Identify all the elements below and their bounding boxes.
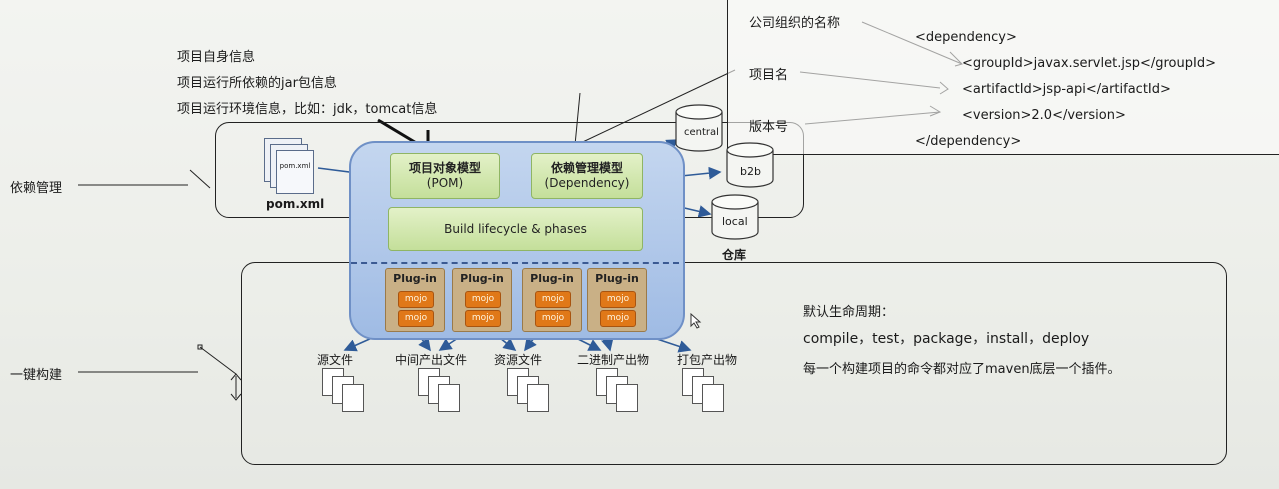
mojo-badge: mojo bbox=[398, 291, 434, 308]
xml-line-open: <dependency> bbox=[915, 30, 1017, 45]
mojo-badge: mojo bbox=[535, 310, 571, 327]
pom-file-label: pom.xml bbox=[266, 197, 325, 211]
note-project-info: 项目自身信息 bbox=[177, 50, 256, 65]
repo-caption: 仓库 bbox=[722, 248, 747, 262]
mojo-badge: mojo bbox=[398, 310, 434, 327]
output-doc-icon-intermediate bbox=[418, 368, 470, 418]
xml-line-version: <version>2.0</version> bbox=[962, 108, 1126, 123]
output-doc-icon-resources bbox=[507, 368, 559, 418]
pom-file-icon-label: pom.xml bbox=[276, 150, 314, 194]
repo-local-label: local bbox=[722, 215, 748, 228]
pom-model-subtitle: (POM) bbox=[426, 176, 464, 190]
mouse-cursor-icon bbox=[690, 313, 702, 329]
mojo-badge: mojo bbox=[465, 310, 501, 327]
plugin-3: Plug-in mojo mojo bbox=[522, 268, 582, 332]
label-org-name: 公司组织的名称 bbox=[749, 16, 841, 31]
plugin-label: Plug-in bbox=[393, 272, 437, 285]
label-version: 版本号 bbox=[749, 120, 789, 135]
output-label-source: 源文件 bbox=[317, 353, 354, 367]
output-label-package: 打包产出物 bbox=[677, 353, 738, 367]
dependency-model-title: 依赖管理模型 bbox=[550, 161, 623, 175]
output-label-binary: 二进制产出物 bbox=[577, 353, 650, 367]
lifecycle-label: Build lifecycle & phases bbox=[444, 221, 587, 236]
xml-line-artifactid: <artifactId>jsp-api</artifactId> bbox=[962, 82, 1171, 97]
note-one-click-build: 一键构建 bbox=[10, 368, 63, 383]
plugin-label: Plug-in bbox=[460, 272, 504, 285]
repo-b2b-label: b2b bbox=[740, 165, 761, 178]
output-doc-icon-package bbox=[682, 368, 734, 418]
lifecycle-box: Build lifecycle & phases bbox=[388, 207, 643, 251]
note-dependency-mgmt: 依赖管理 bbox=[10, 181, 63, 196]
dependency-model-box: 依赖管理模型 (Dependency) bbox=[531, 153, 643, 199]
plugin-label: Plug-in bbox=[595, 272, 639, 285]
mojo-badge: mojo bbox=[465, 291, 501, 308]
mojo-badge: mojo bbox=[535, 291, 571, 308]
plugin-1: Plug-in mojo mojo bbox=[385, 268, 445, 332]
output-label-resources: 资源文件 bbox=[494, 353, 543, 367]
output-doc-icon-source bbox=[322, 368, 374, 418]
output-doc-icon-binary bbox=[596, 368, 648, 418]
mojo-badge: mojo bbox=[600, 291, 636, 308]
output-label-intermediate: 中间产出文件 bbox=[395, 353, 468, 367]
pom-model-box: 项目对象模型 (POM) bbox=[390, 153, 500, 199]
plugin-label: Plug-in bbox=[530, 272, 574, 285]
dependency-model-subtitle: (Dependency) bbox=[544, 176, 630, 190]
repo-central-label: central bbox=[684, 127, 719, 138]
core-divider bbox=[351, 262, 679, 264]
plugin-2: Plug-in mojo mojo bbox=[452, 268, 512, 332]
mojo-badge: mojo bbox=[600, 310, 636, 327]
xml-line-close: </dependency> bbox=[915, 134, 1022, 149]
note-jar-info: 项目运行所依赖的jar包信息 bbox=[177, 76, 337, 91]
xml-line-groupid: <groupId>javax.servlet.jsp</groupId> bbox=[962, 56, 1216, 71]
pom-model-title: 项目对象模型 bbox=[408, 161, 481, 175]
lifecycle-title: 默认生命周期： bbox=[803, 305, 895, 320]
plugin-4: Plug-in mojo mojo bbox=[587, 268, 647, 332]
note-env-info: 项目运行环境信息，比如：jdk，tomcat信息 bbox=[177, 102, 438, 117]
pom-file-icon: pom.xml bbox=[264, 138, 324, 198]
lifecycle-phases: compile，test，package，install，deploy bbox=[803, 331, 1090, 347]
lifecycle-note: 每一个构建项目的命令都对应了maven底层一个插件。 bbox=[803, 362, 1121, 377]
label-project-name: 项目名 bbox=[749, 68, 789, 83]
